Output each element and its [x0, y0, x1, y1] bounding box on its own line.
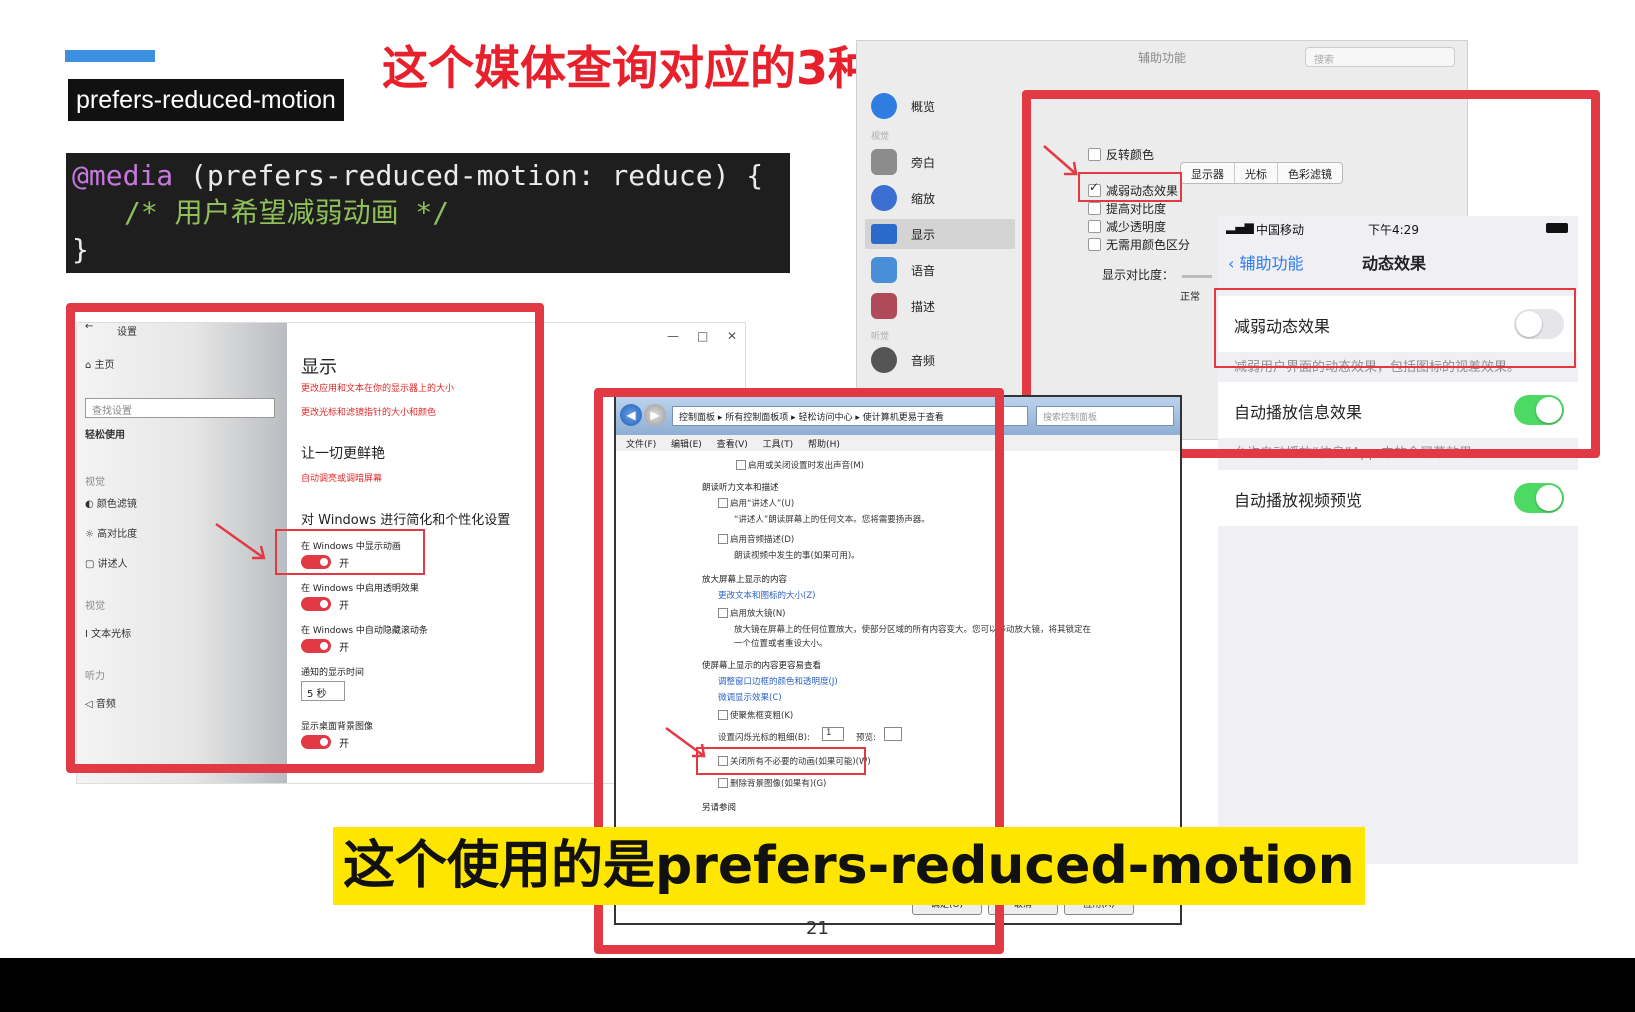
- macos-sidebar-label: 缩放: [911, 192, 936, 206]
- autoplay-video-preview-row[interactable]: 自动播放视频预览: [1218, 470, 1578, 526]
- macos-sidebar-item-voiceover[interactable]: 旁白: [865, 147, 1015, 177]
- slide-heading-tag: prefers-reduced-motion: [68, 79, 344, 121]
- speech-icon: [871, 257, 897, 283]
- code-line-3: }: [72, 233, 89, 266]
- descriptions-icon: [871, 293, 897, 319]
- macos-sidebar-label: 音频: [911, 354, 936, 368]
- macos-sidebar-label: 语音: [911, 264, 936, 278]
- code-line-1-rest: (prefers-reduced-motion: reduce) {: [173, 159, 764, 192]
- slide-accent-bar: [65, 50, 155, 62]
- minimize-button[interactable]: —: [667, 329, 679, 343]
- macos-sidebar-item-descriptions[interactable]: 描述: [865, 291, 1015, 321]
- macos-sidebar-label: 概览: [911, 100, 936, 114]
- accessibility-icon: [871, 93, 897, 119]
- macos-section-hearing: 听觉: [871, 332, 890, 342]
- macos-sidebar-item-overview[interactable]: 概览: [865, 91, 1015, 121]
- code-block: @media (prefers-reduced-motion: reduce) …: [66, 153, 790, 273]
- windows10-frame: [66, 303, 544, 773]
- macos-sidebar-item-speech[interactable]: 语音: [865, 255, 1015, 285]
- autoplay-video-switch[interactable]: [1514, 483, 1564, 513]
- code-comment: /* 用户希望减弱动画 */: [124, 196, 450, 229]
- code-line-1: @media (prefers-reduced-motion: reduce) …: [72, 157, 784, 194]
- voiceover-icon: [871, 149, 897, 175]
- windows10-arrow: [215, 522, 266, 560]
- macos-search-input[interactable]: 搜索: [1305, 47, 1455, 67]
- macos-sidebar-label: 显示: [911, 228, 936, 242]
- windows7-arrow: [665, 726, 706, 758]
- display-icon: [871, 224, 897, 244]
- macos-sidebar-item-zoom[interactable]: 缩放: [865, 183, 1015, 213]
- video-subtitle: 这个使用的是prefers-reduced-motion: [333, 827, 1365, 905]
- speaker-icon: [871, 347, 897, 373]
- maximize-button[interactable]: □: [697, 329, 708, 343]
- macos-sidebar-label: 描述: [911, 300, 936, 314]
- macos-sidebar: 概览 视觉 旁白 缩放 显示 语音 描述 听觉 音频: [857, 81, 1017, 441]
- close-button[interactable]: ✕: [727, 329, 737, 343]
- macos-sidebar-label: 旁白: [911, 156, 936, 170]
- video-bottom-band: [0, 958, 1635, 1012]
- macos-sidebar-item-audio[interactable]: 音频: [865, 345, 1015, 375]
- mac-arrow: [1043, 145, 1078, 176]
- page-number: 21: [806, 918, 829, 939]
- autoplay-video-label: 自动播放视频预览: [1234, 491, 1363, 510]
- zoom-icon: [871, 185, 897, 211]
- code-keyword: @media: [72, 159, 174, 192]
- control-panel-search-input[interactable]: 搜索控制面板: [1036, 406, 1174, 426]
- macos-sidebar-item-display[interactable]: 显示: [865, 219, 1015, 249]
- macos-section-vision: 视觉: [871, 132, 890, 142]
